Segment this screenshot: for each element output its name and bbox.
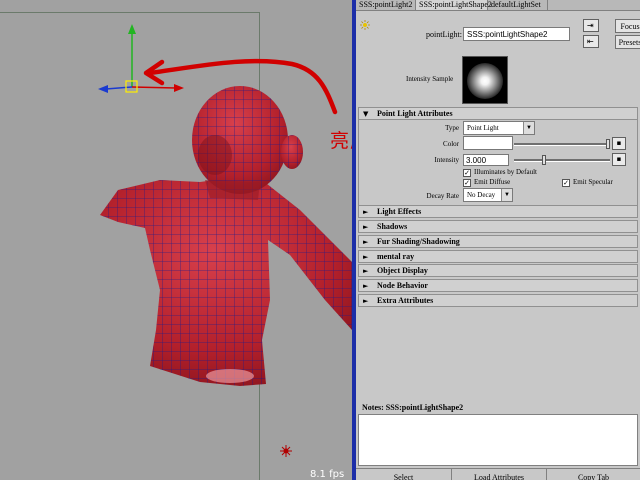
attribute-editor: SSS:pointLight2 SSS:pointLightShape2 def… [356,0,640,480]
intensity-sample-swatch [462,56,508,104]
section-shadows[interactable]: ► Shadows [358,220,638,233]
light-marker-icon[interactable] [280,445,292,457]
section-light-effects[interactable]: ► Light Effects [358,205,638,218]
copy-tab-button[interactable]: Copy Tab [546,469,640,480]
presets-button[interactable]: Presets [615,35,640,49]
triangle-right-icon: ► [363,238,369,246]
color-map-button[interactable]: ▪ [612,137,626,150]
decay-rate-select[interactable]: No Decay ▼ [463,188,513,202]
decay-rate-value: No Decay [467,191,496,199]
fps-readout: 8.1 fps [310,469,345,480]
tab-pointlightshape2[interactable]: SSS:pointLightShape2 [416,0,492,10]
character-mesh[interactable] [100,86,352,386]
triangle-right-icon: ► [363,267,369,275]
section-title: Fur Shading/Shadowing [377,237,460,246]
decay-rate-label: Decay Rate [426,192,459,200]
chevron-down-icon: ▼ [523,122,534,134]
tab-pointlight2[interactable]: SSS:pointLight2 [356,0,416,10]
move-manipulator[interactable] [98,24,184,93]
color-slider-knob[interactable] [606,139,610,149]
section-title: Shadows [377,222,408,231]
section-title: Light Effects [377,207,422,216]
intensity-slider-knob[interactable] [542,155,546,165]
scene-canvas[interactable] [0,0,352,480]
load-attributes-button[interactable]: Load Attributes [451,469,546,480]
arrow-out-icon: ⇤ [587,37,594,46]
section-object-display[interactable]: ► Object Display [358,264,638,277]
triangle-right-icon: ► [363,208,369,216]
notes-textarea[interactable] [358,414,638,466]
section-node-behavior[interactable]: ► Node Behavior [358,279,638,292]
section-fur-shading[interactable]: ► Fur Shading/Shadowing [358,235,638,248]
select-button[interactable]: Select [356,469,451,480]
intensity-sample-label: Intensity Sample [406,75,454,83]
3d-viewport[interactable]: 8.1 fps [0,0,352,480]
color-label: Color [443,140,459,148]
color-swatch[interactable] [463,136,513,150]
section-mental-ray[interactable]: ► mental ray [358,250,638,263]
section-title: Object Display [377,266,428,275]
triangle-right-icon: ► [363,253,369,261]
illuminates-label: Illuminates by Default [474,168,537,176]
emit-specular-label: Emit Specular [573,178,613,186]
type-value: Point Light [467,124,499,132]
intensity-map-button[interactable]: ▪ [612,153,626,166]
triangle-right-icon: ► [363,297,369,305]
sun-icon [360,15,370,30]
illuminates-checkbox[interactable]: ✓ [463,169,471,177]
focus-icon-button[interactable]: ⇥ [583,19,599,32]
type-select[interactable]: Point Light ▼ [463,121,535,135]
intensity-field[interactable]: 3.000 [463,154,509,166]
chevron-down-icon: ▼ [501,189,512,201]
color-slider[interactable] [514,139,610,149]
triangle-right-icon: ► [363,223,369,231]
type-label: Type [445,124,459,132]
focus-button[interactable]: Focus [615,19,640,33]
emit-diffuse-checkbox[interactable]: ✓ [463,179,471,187]
node-name-label: pointLight: [426,30,462,39]
node-name-field[interactable]: SSS:pointLightShape2 [463,27,570,41]
section-title: Node Behavior [377,281,428,290]
section-title: Extra Attributes [377,296,434,305]
emit-diffuse-label: Emit Diffuse [474,178,511,186]
intensity-label: Intensity [434,156,460,164]
bottom-button-bar: Select Load Attributes Copy Tab [356,468,640,480]
arrow-in-icon: ⇥ [587,21,594,30]
presets-icon-button[interactable]: ⇤ [583,35,599,48]
intensity-slider[interactable] [514,155,610,165]
triangle-right-icon: ► [363,282,369,290]
editor-tabs: SSS:pointLight2 SSS:pointLightShape2 def… [356,0,640,11]
emit-specular-checkbox[interactable]: ✓ [562,179,570,187]
tab-defaultlightset[interactable]: defaultLightSet [488,0,548,10]
point-light-attributes: Type Point Light ▼ Color ▪ Intensity 3.0… [358,119,638,205]
section-extra-attributes[interactable]: ► Extra Attributes [358,294,638,307]
notes-label: Notes: SSS:pointLightShape2 [362,403,464,412]
section-title: mental ray [377,252,415,261]
